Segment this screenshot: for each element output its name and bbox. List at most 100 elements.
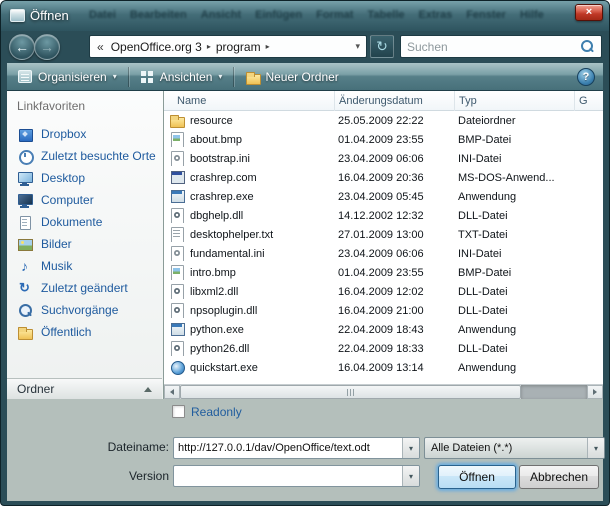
column-header-name[interactable]: Name (164, 91, 334, 111)
new-folder-label: Neuer Ordner (265, 70, 338, 84)
new-folder-icon (245, 70, 259, 83)
filename-dropdown-button[interactable]: ▾ (402, 438, 419, 458)
search-input[interactable] (401, 40, 580, 54)
file-row[interactable]: about.bmp 01.04.2009 23:55 BMP-Datei (164, 130, 603, 149)
file-row[interactable]: crashrep.com 16.04.2009 20:36 MS-DOS-Anw… (164, 168, 603, 187)
searches-icon (17, 303, 34, 318)
file-row[interactable]: libxml2.dll 16.04.2009 12:02 DLL-Datei (164, 282, 603, 301)
views-button[interactable]: Ansichten ▾ (131, 66, 232, 88)
horizontal-scrollbar[interactable] (164, 384, 603, 399)
file-name: crashrep.com (190, 172, 257, 184)
file-name: resource (190, 115, 233, 127)
music-icon (17, 259, 34, 274)
text-file-icon (169, 227, 185, 242)
file-row[interactable]: python26.dll 22.04.2009 18:33 DLL-Datei (164, 339, 603, 358)
sidebar-item-recently-changed[interactable]: Zuletzt geändert (7, 277, 163, 299)
file-row[interactable]: python.exe 22.04.2009 18:43 Anwendung (164, 320, 603, 339)
version-input[interactable] (174, 466, 402, 486)
scroll-right-button[interactable] (587, 385, 603, 399)
folders-label: Ordner (17, 382, 54, 396)
forward-button[interactable]: → (34, 34, 60, 60)
filename-combobox[interactable]: ▾ (173, 437, 420, 459)
titlebar[interactable]: Öffnen Datei Bearbeiten Ansicht Einfügen… (1, 1, 609, 31)
file-row[interactable]: intro.bmp 01.04.2009 23:55 BMP-Datei (164, 263, 603, 282)
sidebar-item-pictures[interactable]: Bilder (7, 233, 163, 255)
back-button[interactable]: ← (9, 34, 35, 60)
caret-down-icon: ▾ (218, 72, 222, 81)
open-file-dialog: Öffnen Datei Bearbeiten Ansicht Einfügen… (0, 0, 610, 506)
file-name: bootstrap.ini (190, 153, 250, 165)
sidebar-item-label: Suchvorgänge (41, 303, 118, 317)
file-name: libxml2.dll (190, 286, 238, 298)
sidebar-item-public[interactable]: Öffentlich (7, 321, 163, 343)
scroll-left-button[interactable] (164, 385, 180, 399)
filetype-combobox[interactable]: Alle Dateien (*.*) ▾ (424, 437, 605, 459)
file-row[interactable]: resource 25.05.2009 22:22 Dateiordner (164, 111, 603, 130)
scrollbar-track[interactable] (521, 385, 587, 399)
folders-expander[interactable]: Ordner (7, 378, 162, 399)
sidebar-item-desktop[interactable]: Desktop (7, 167, 163, 189)
organize-label: Organisieren (38, 70, 107, 84)
file-row[interactable]: npsoplugin.dll 16.04.2009 21:00 DLL-Date… (164, 301, 603, 320)
file-row[interactable]: quickstart.exe 16.04.2009 13:14 Anwendun… (164, 358, 603, 377)
sidebar-item-dropbox[interactable]: Dropbox (7, 123, 163, 145)
computer-icon (17, 193, 34, 208)
image-file-icon (169, 132, 185, 147)
chevron-up-icon (144, 387, 152, 392)
address-history-dropdown-icon[interactable]: ▾ (355, 41, 366, 52)
column-header-modified[interactable]: Änderungsdatum (334, 91, 454, 111)
close-button[interactable]: × (575, 4, 603, 21)
file-row[interactable]: dbghelp.dll 14.12.2002 12:32 DLL-Datei (164, 206, 603, 225)
background-menu-item: Fenster (466, 9, 506, 21)
scrollbar-thumb[interactable] (180, 385, 521, 399)
version-combobox[interactable]: ▾ (173, 465, 420, 487)
search-box[interactable] (400, 35, 602, 58)
readonly-label[interactable]: Readonly (191, 405, 242, 419)
breadcrumb-item[interactable]: OpenOffice.org 3 (107, 40, 206, 54)
file-name: python.exe (190, 324, 244, 336)
dll-file-icon (169, 303, 185, 318)
sidebar-item-recent-places[interactable]: Zuletzt besuchte Orte (7, 145, 163, 167)
organize-icon (18, 70, 32, 83)
file-type: DLL-Datei (454, 343, 574, 355)
column-header-size[interactable]: G (574, 91, 603, 111)
filename-input[interactable] (174, 438, 402, 458)
file-modified-date: 16.04.2009 20:36 (334, 172, 454, 184)
breadcrumb-item[interactable]: program (212, 40, 265, 54)
file-type: INI-Datei (454, 153, 574, 165)
new-folder-button[interactable]: Neuer Ordner (236, 66, 347, 88)
list-header: Name Änderungsdatum Typ G (164, 91, 603, 111)
caret-down-icon: ▾ (113, 72, 117, 81)
application-icon (169, 189, 185, 204)
breadcrumb-overflow-button[interactable]: « (90, 40, 107, 54)
file-type: INI-Datei (454, 248, 574, 260)
ini-file-icon (169, 151, 185, 166)
background-menu-item: Hilfe (520, 9, 544, 21)
forward-icon: → (40, 39, 54, 55)
column-header-type[interactable]: Typ (454, 91, 574, 111)
file-row[interactable]: desktophelper.txt 27.01.2009 13:00 TXT-D… (164, 225, 603, 244)
open-button[interactable]: Öffnen (438, 465, 516, 489)
breadcrumb[interactable]: « OpenOffice.org 3 ▸ program ▸ ▾ (89, 35, 367, 58)
file-row[interactable]: crashrep.exe 23.04.2009 05:45 Anwendung (164, 187, 603, 206)
file-row[interactable]: bootstrap.ini 23.04.2009 06:06 INI-Datei (164, 149, 603, 168)
version-dropdown-button[interactable]: ▾ (402, 466, 419, 486)
filetype-dropdown-button[interactable]: ▾ (587, 438, 604, 458)
file-name: fundamental.ini (190, 248, 265, 260)
cancel-button[interactable]: Abbrechen (519, 465, 599, 489)
readonly-checkbox[interactable] (172, 405, 185, 418)
file-modified-date: 23.04.2009 06:06 (334, 248, 454, 260)
help-button[interactable]: ? (577, 68, 595, 86)
file-name: about.bmp (190, 134, 242, 146)
main-area: Linkfavoriten Dropbox Zuletzt besuchte O… (7, 91, 603, 399)
help-icon: ? (583, 71, 590, 83)
organize-button[interactable]: Organisieren ▾ (9, 66, 126, 88)
sidebar-item-computer[interactable]: Computer (7, 189, 163, 211)
caret-down-icon: ▾ (409, 444, 413, 453)
sidebar-item-searches[interactable]: Suchvorgänge (7, 299, 163, 321)
file-row[interactable]: fundamental.ini 23.04.2009 06:06 INI-Dat… (164, 244, 603, 263)
dialog-footer: Readonly Dateiname: ▾ Alle Dateien (*.*)… (7, 399, 603, 501)
sidebar-item-documents[interactable]: Dokumente (7, 211, 163, 233)
refresh-button[interactable]: ↻ (370, 35, 394, 58)
sidebar-item-music[interactable]: Musik (7, 255, 163, 277)
